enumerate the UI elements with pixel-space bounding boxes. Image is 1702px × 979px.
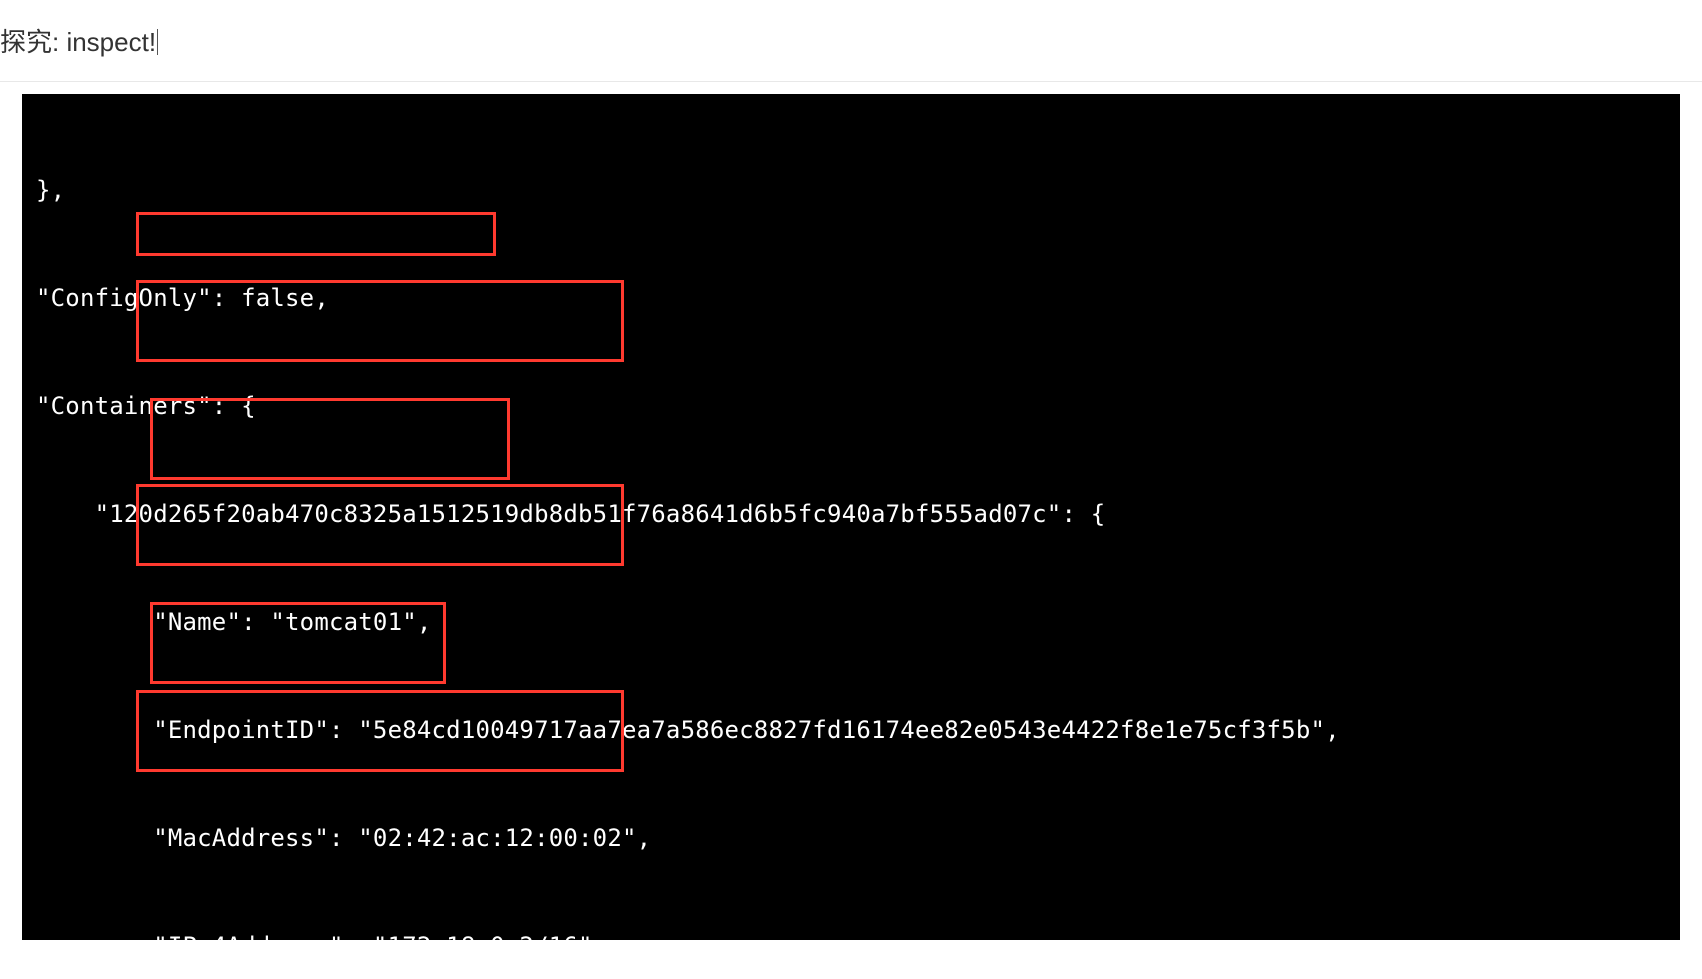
- code-line: "MacAddress": "02:42:ac:12:00:02",: [36, 820, 1672, 856]
- code-line: "Containers": {: [36, 388, 1672, 424]
- code-line: "IPv4Address": "172.18.0.2/16",: [36, 928, 1672, 940]
- terminal-output: }, "ConfigOnly": false, "Containers": { …: [22, 94, 1680, 940]
- tomcat01-name-box: [136, 212, 496, 256]
- code-line: "Name": "tomcat01",: [36, 604, 1672, 640]
- editor-header[interactable]: 探究: inspect!: [0, 0, 1702, 82]
- code-line: "EndpointID": "5e84cd10049717aa7ea7a586e…: [36, 712, 1672, 748]
- text-cursor: [157, 29, 158, 55]
- code-line: "ConfigOnly": false,: [36, 280, 1672, 316]
- code-line: },: [36, 172, 1672, 208]
- editor-caret-text[interactable]: 探究: inspect!: [0, 27, 156, 57]
- code-line: "120d265f20ab470c8325a1512519db8db51f76a…: [36, 496, 1672, 532]
